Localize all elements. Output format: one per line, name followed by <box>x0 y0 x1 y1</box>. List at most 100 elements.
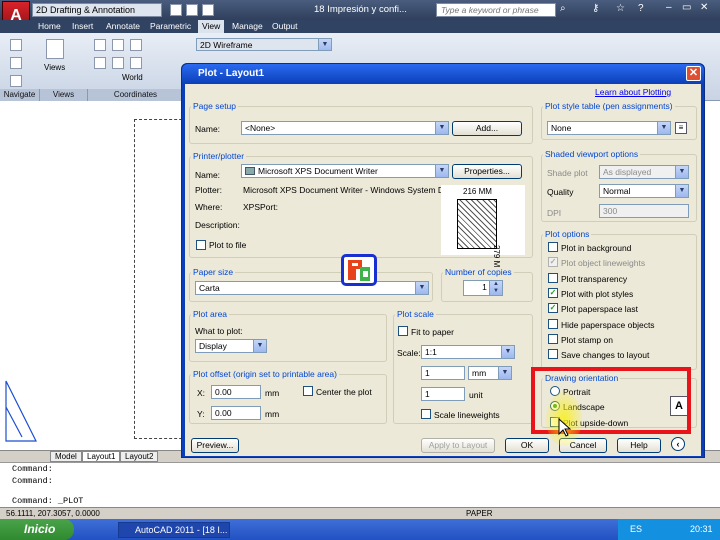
undo-icon[interactable] <box>170 4 182 16</box>
scale-dropdown[interactable]: 1:1 ▼ <box>421 345 515 359</box>
command-input[interactable]: Command: _PLOT <box>0 495 720 507</box>
dialog-close-icon[interactable]: ✕ <box>686 66 701 81</box>
what-to-plot-label: What to plot: <box>195 326 243 336</box>
page-setup-name-dropdown[interactable]: <None> ▼ <box>241 121 449 135</box>
paper-preview-sheet <box>457 199 497 249</box>
close-icon[interactable]: ✕ <box>700 2 708 13</box>
search-input[interactable] <box>436 3 556 17</box>
tab-layout2[interactable]: Layout2 <box>120 451 159 462</box>
key-icon[interactable]: ⚷ <box>592 3 599 14</box>
plot-to-file-checkbox[interactable] <box>196 240 206 250</box>
minimize-icon[interactable]: – <box>666 2 672 13</box>
printer-properties-button[interactable]: Properties... <box>452 164 522 179</box>
world-ucs[interactable]: World <box>122 73 143 82</box>
ucs-3point-icon[interactable] <box>130 39 142 51</box>
edit-plot-style-icon[interactable]: ≡ <box>675 122 687 134</box>
paper-size-dropdown[interactable]: Carta ▼ <box>195 281 429 295</box>
ucs-triangle-icon <box>5 380 37 442</box>
center-plot-checkbox[interactable] <box>303 386 313 396</box>
tab-parametric[interactable]: Parametric <box>146 20 195 33</box>
navigate-orbit-icon[interactable] <box>10 57 22 69</box>
printer-icon <box>245 167 255 175</box>
add-page-setup-button[interactable]: Add... <box>452 121 522 136</box>
tab-model[interactable]: Model <box>50 451 82 462</box>
plot-style-dropdown[interactable]: None ▼ <box>547 121 671 135</box>
binoculars-icon[interactable]: ⌕ <box>560 3 566 14</box>
plot-option-checkbox[interactable] <box>548 318 558 329</box>
plot-style-title: Plot style table (pen assignments) <box>543 101 675 111</box>
offset-x-unit: mm <box>265 388 280 398</box>
ucs-object-icon[interactable] <box>112 57 124 69</box>
scale-value1-input[interactable]: 1 <box>421 366 465 380</box>
quality-dropdown[interactable]: Normal ▼ <box>599 184 689 198</box>
infocenter-toolbar[interactable]: ⌕ ⚷ ☆ ? – ▭ ✕ <box>560 2 714 17</box>
tab-manage[interactable]: Manage <box>228 20 267 33</box>
copies-spinner[interactable]: 1 ▲ ▼ <box>463 280 503 296</box>
offset-x-input[interactable]: 0.00 <box>211 385 261 399</box>
system-tray: ES 20:31 <box>618 519 720 540</box>
plot-style-value: None <box>551 123 572 133</box>
navigate-zoom-icon[interactable] <box>10 75 22 87</box>
what-to-plot-dropdown[interactable]: Display ▼ <box>195 339 267 353</box>
help-icon[interactable]: ? <box>638 3 644 14</box>
plot-option-checkbox[interactable] <box>548 272 558 283</box>
quick-access-toolbar[interactable] <box>170 4 300 16</box>
tab-annotate[interactable]: Annotate <box>102 20 144 33</box>
paper-preview: 216 MM 279 MM <box>441 185 525 274</box>
plotter-label: Plotter: <box>195 185 222 195</box>
plot-icon[interactable] <box>202 4 214 16</box>
collapse-options-icon[interactable]: ‹ <box>671 437 685 451</box>
ucs-face-icon[interactable] <box>130 57 142 69</box>
dialog-title: Plot - Layout1 <box>182 64 704 84</box>
mouse-cursor-icon <box>558 418 572 437</box>
dpi-input[interactable]: 300 <box>599 204 689 218</box>
plot-option-checkbox[interactable] <box>548 333 558 344</box>
taskbar-item-autocad[interactable]: AutoCAD 2011 - [18 I... <box>118 522 230 538</box>
offset-y-input[interactable]: 0.00 <box>211 406 261 420</box>
tab-layout1[interactable]: Layout1 <box>82 451 121 462</box>
shade-plot-dropdown[interactable]: As displayed ▼ <box>599 165 689 179</box>
visual-style-dropdown[interactable]: 2D Wireframe ▼ <box>196 38 332 51</box>
scale-value2-input[interactable]: 1 <box>421 387 465 401</box>
preview-button[interactable]: Preview... <box>191 438 239 453</box>
printer-name-dropdown[interactable]: Microsoft XPS Document Writer ▼ <box>241 164 449 178</box>
plot-option-checkbox[interactable]: ✓ <box>548 287 558 298</box>
plot-scale-title: Plot scale <box>395 309 436 319</box>
ucs-icon[interactable] <box>94 39 106 51</box>
page-setup-name-value: <None> <box>245 123 276 133</box>
workspace-dropdown[interactable]: 2D Drafting & Annotation <box>32 3 162 17</box>
scale-unit-dropdown[interactable]: mm ▼ <box>468 366 512 380</box>
scale-lineweights-checkbox[interactable] <box>421 409 431 419</box>
tab-insert[interactable]: Insert <box>68 20 97 33</box>
plot-option-label: Hide paperspace objects <box>561 319 655 330</box>
chevron-down-icon: ▼ <box>435 122 448 134</box>
restore-icon[interactable]: ▭ <box>682 2 691 13</box>
apply-to-layout-button[interactable]: Apply to Layout <box>421 438 495 453</box>
chevron-down-icon: ▼ <box>498 367 511 379</box>
help-button[interactable]: Help <box>617 438 661 453</box>
tab-home[interactable]: Home <box>34 20 65 33</box>
command-window[interactable]: Command: Command: Command: _PLOT <box>0 462 720 507</box>
views-cube-icon[interactable] <box>46 39 64 59</box>
language-indicator[interactable]: ES <box>630 519 642 540</box>
tab-output[interactable]: Output <box>268 20 302 33</box>
fit-to-paper-checkbox[interactable] <box>398 326 408 336</box>
plot-option-checkbox[interactable]: ✓ <box>548 303 558 314</box>
copies-title: Number of copies <box>443 267 514 277</box>
plot-option-checkbox[interactable] <box>548 242 558 252</box>
plot-option-checkbox[interactable]: ✓ <box>548 257 558 268</box>
start-button[interactable]: Inicio <box>0 519 74 540</box>
ucs-view-icon[interactable] <box>94 57 106 69</box>
scale-unit-value: mm <box>472 368 487 378</box>
navigate-pan-icon[interactable] <box>10 39 22 51</box>
tab-view[interactable]: View <box>198 20 225 33</box>
redo-icon[interactable] <box>186 4 198 16</box>
quality-label: Quality <box>547 187 574 197</box>
star-icon[interactable]: ☆ <box>616 3 625 14</box>
learn-about-plotting-link[interactable]: Learn about Plotting <box>595 87 671 97</box>
plot-to-file-label: Plot to file <box>209 240 247 250</box>
plot-option-checkbox[interactable] <box>548 349 558 360</box>
ok-button[interactable]: OK <box>505 438 549 453</box>
ucs-origin-icon[interactable] <box>112 39 124 51</box>
spinner-arrows-icon[interactable]: ▲ ▼ <box>489 281 502 295</box>
